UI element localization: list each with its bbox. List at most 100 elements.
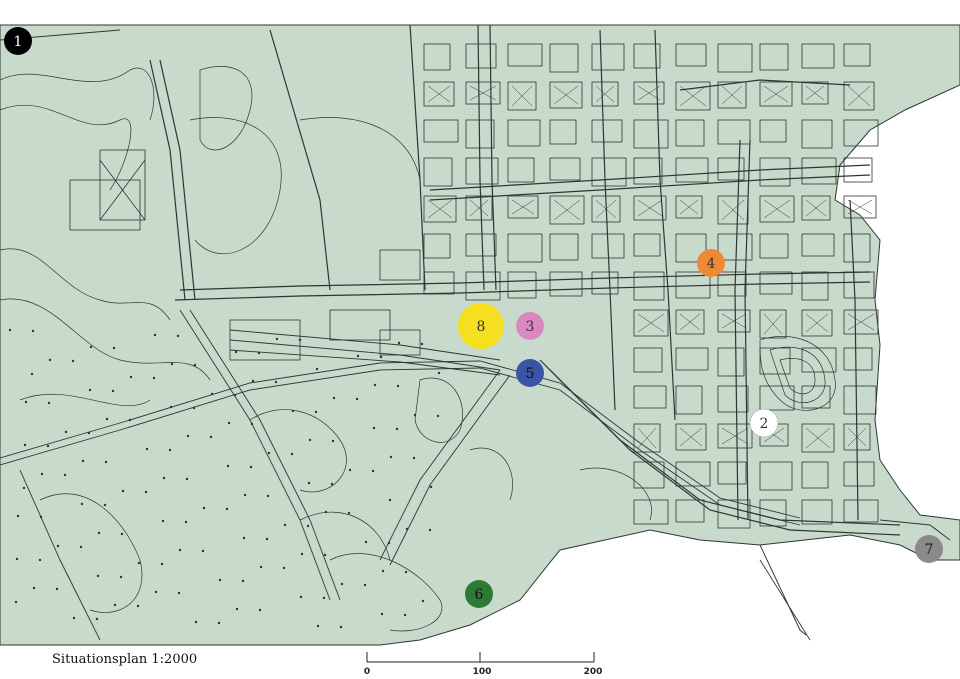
tree-dot-32 (194, 620, 198, 624)
marker-5[interactable]: 5 (516, 359, 544, 387)
tree-dot-122 (314, 410, 318, 414)
marker-6[interactable]: 6 (465, 580, 493, 608)
site-plan-map: 1 2 3 4 5 6 7 8 0 100 200 (0, 0, 960, 679)
tree-dot-139 (265, 537, 269, 541)
tree-dot-73 (177, 591, 181, 595)
tree-dot-118 (22, 486, 26, 490)
tree-dot-83 (47, 401, 51, 405)
tree-dot-121 (241, 579, 245, 583)
tree-dot-19 (105, 417, 109, 421)
tree-dot-114 (160, 562, 164, 566)
tree-dot-63 (307, 481, 311, 485)
tree-dot-16 (316, 624, 320, 628)
tree-dot-111 (371, 469, 375, 473)
tree-dot-48 (72, 616, 76, 620)
tree-dot-28 (332, 396, 336, 400)
marker-1-label: 1 (14, 34, 23, 50)
tree-dot-7 (89, 345, 93, 349)
tree-dot-49 (145, 447, 149, 451)
tree-dot-23 (397, 341, 401, 345)
tree-dot-71 (31, 329, 35, 333)
marker-1[interactable]: 1 (4, 27, 32, 55)
marker-2-label: 2 (760, 416, 769, 432)
tree-dot-87 (339, 625, 343, 629)
tree-dot-116 (306, 524, 310, 528)
tree-dot-39 (275, 337, 279, 341)
tree-dot-62 (234, 350, 238, 354)
tree-dot-59 (15, 557, 19, 561)
tree-dot-72 (104, 460, 108, 464)
tree-dot-47 (429, 485, 433, 489)
tree-dot-0 (8, 328, 12, 332)
tree-dot-46 (356, 354, 360, 358)
tree-dot-95 (63, 473, 67, 477)
tree-dot-127 (249, 465, 253, 469)
tree-dot-40 (348, 468, 352, 472)
tree-dot-17 (389, 455, 393, 459)
marker-3[interactable]: 3 (516, 312, 544, 340)
tree-dot-134 (330, 482, 334, 486)
tree-dot-82 (404, 570, 408, 574)
marker-8[interactable]: 8 (458, 303, 504, 349)
tree-dot-57 (299, 595, 303, 599)
tree-dot-98 (282, 566, 286, 570)
tree-dot-88 (412, 456, 416, 460)
tree-dot-126 (176, 334, 180, 338)
tree-dot-80 (258, 608, 262, 612)
tree-dot-120 (168, 448, 172, 452)
tree-dot-54 (80, 502, 84, 506)
tree-dot-56 (226, 464, 230, 468)
tree-dot-105 (363, 583, 367, 587)
tree-dot-25 (113, 603, 117, 607)
tree-dot-117 (379, 355, 383, 359)
marker-2[interactable]: 2 (749, 408, 779, 438)
tree-dot-55 (153, 333, 157, 337)
tree-dot-53 (437, 371, 441, 375)
tree-dot-110 (298, 338, 302, 342)
tree-dot-125 (103, 503, 107, 507)
tree-dot-76 (396, 384, 400, 388)
tree-dot-18 (32, 586, 36, 590)
marker-4[interactable]: 4 (697, 249, 725, 277)
tree-dot-13 (97, 531, 101, 535)
tree-dot-64 (380, 612, 384, 616)
tree-dot-93 (347, 511, 351, 515)
tree-dot-36 (56, 544, 60, 548)
tree-dot-69 (315, 367, 319, 371)
tree-dot-24 (40, 472, 44, 476)
tree-dot-31 (121, 489, 125, 493)
tree-dot-11 (381, 569, 385, 573)
tree-dot-84 (120, 532, 124, 536)
tree-dot-97 (209, 435, 213, 439)
tree-dot-51 (291, 409, 295, 413)
marker-7[interactable]: 7 (915, 535, 943, 563)
marker-6-label: 6 (475, 587, 484, 603)
tree-dot-37 (129, 375, 133, 379)
tree-dot-94 (420, 342, 424, 346)
tree-dot-12 (24, 400, 28, 404)
tree-dot-34 (340, 582, 344, 586)
tree-dot-30 (48, 358, 52, 362)
tree-dot-112 (14, 600, 18, 604)
tree-dot-33 (267, 451, 271, 455)
tree-dot-78 (112, 346, 116, 350)
marker-7-label: 7 (925, 542, 934, 558)
tree-dot-3 (227, 421, 231, 425)
tree-dot-131 (111, 389, 115, 393)
tree-dot-107 (79, 545, 83, 549)
tree-dot-85 (193, 363, 197, 367)
tree-dot-119 (95, 617, 99, 621)
marker-3-label: 3 (526, 319, 535, 335)
scale-bar-label-0: 0 (364, 667, 370, 677)
tree-dot-128 (322, 596, 326, 600)
tree-dot-22 (324, 510, 328, 514)
marker-4-label: 4 (707, 256, 716, 272)
tree-dot-35 (413, 413, 417, 417)
tree-dot-38 (202, 506, 206, 510)
tree-dot-102 (144, 490, 148, 494)
marker-5-label: 5 (526, 366, 535, 382)
tree-dot-15 (243, 493, 247, 497)
scale-bar-label-100: 100 (473, 667, 492, 677)
plan-caption: Situationsplan 1:2000 (52, 652, 198, 667)
tree-dot-60 (88, 388, 92, 392)
